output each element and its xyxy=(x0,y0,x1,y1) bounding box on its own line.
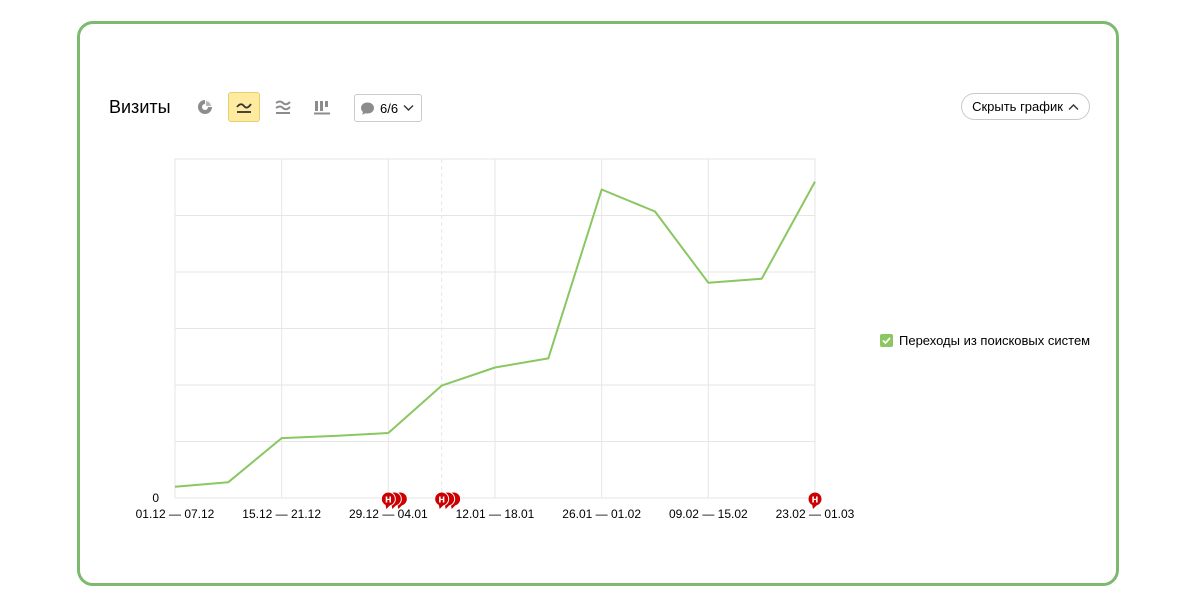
x-tick-label: 23.02 — 01.03 xyxy=(776,507,855,521)
svg-text:Н: Н xyxy=(385,496,392,505)
x-tick-label: 12.01 — 18.01 xyxy=(456,507,535,521)
x-tick-label: 15.12 — 21.12 xyxy=(242,507,321,521)
svg-text:Н: Н xyxy=(438,496,445,505)
y-tick-label: 0 xyxy=(152,491,159,505)
legend-item[interactable]: Переходы из поисковых систем xyxy=(880,333,1090,348)
svg-text:Н: Н xyxy=(812,496,819,505)
legend-label: Переходы из поисковых систем xyxy=(899,333,1091,348)
x-tick-label: 29.12 — 04.01 xyxy=(349,507,428,521)
x-tick-label: 09.02 — 15.02 xyxy=(669,507,748,521)
line-chart: 0 01.12 — 07.12 15.12 — 21.12 29.12 — 04.01… xyxy=(136,158,855,521)
checkbox-checked-icon xyxy=(880,334,893,347)
x-tick-label: 01.12 — 07.12 xyxy=(136,507,215,521)
x-tick-label: 26.01 — 01.02 xyxy=(562,507,641,521)
